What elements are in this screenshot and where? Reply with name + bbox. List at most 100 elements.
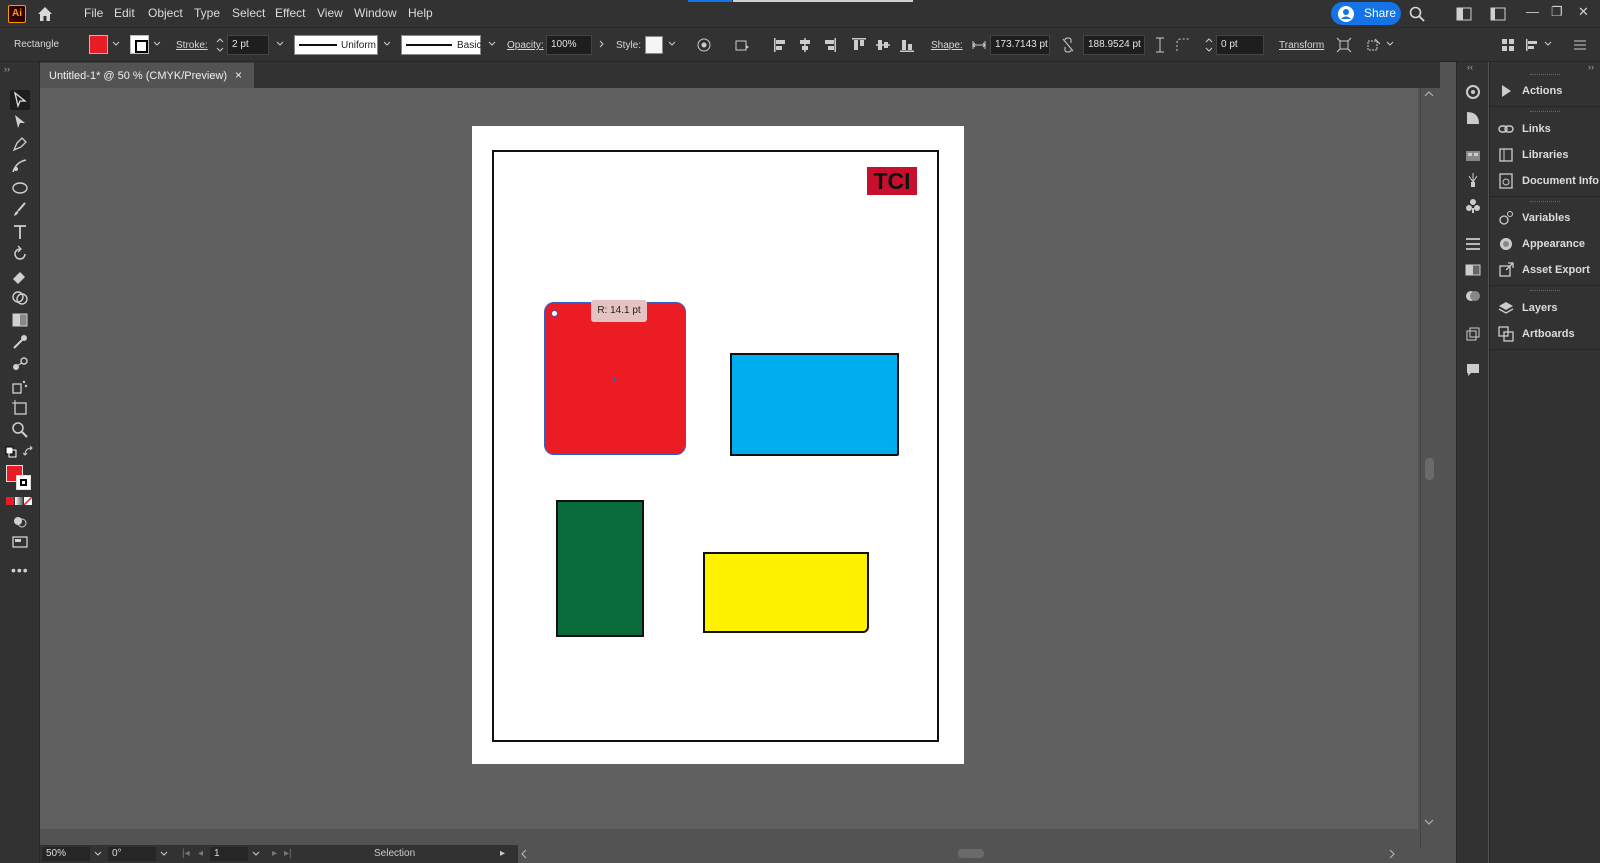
close-window-icon[interactable]: ✕	[1578, 4, 1589, 20]
corner-type-icon[interactable]	[1175, 37, 1191, 53]
curvature-tool-icon[interactable]	[10, 156, 30, 176]
scroll-right-icon[interactable]	[1388, 849, 1396, 859]
collapse-panels-icon[interactable]: ››	[1588, 62, 1594, 72]
chevron-down-icon[interactable]	[276, 40, 284, 48]
symbols-icon[interactable]	[1465, 198, 1481, 214]
previous-artboard-icon[interactable]: ◂	[198, 848, 203, 859]
scroll-down-icon[interactable]	[1424, 818, 1434, 826]
zoom-field[interactable]: 50%	[42, 847, 90, 861]
menu-help[interactable]: Help	[408, 6, 433, 20]
chevron-down-icon[interactable]	[153, 40, 161, 48]
chevron-down-icon[interactable]	[383, 40, 391, 48]
horizontal-scrollbar[interactable]	[518, 845, 1420, 863]
chevron-right-icon[interactable]	[598, 40, 606, 48]
transparency-panel-icon[interactable]	[1465, 288, 1481, 304]
menu-view[interactable]: View	[317, 6, 343, 20]
comments-icon[interactable]	[1465, 362, 1481, 378]
panel-links[interactable]: Links	[1490, 117, 1600, 141]
stroke-weight-input[interactable]: 2 pt	[227, 35, 269, 55]
menu-edit[interactable]: Edit	[114, 6, 135, 20]
menu-select[interactable]: Select	[232, 6, 265, 20]
align-middle-icon[interactable]	[875, 37, 891, 53]
align-top-icon[interactable]	[851, 37, 867, 53]
opacity-label[interactable]: Opacity:	[507, 40, 544, 51]
more-tools-icon[interactable]: •••	[11, 562, 29, 578]
artboard[interactable]: TCI R: 14.1 pt	[472, 126, 964, 764]
live-corner-widget[interactable]	[551, 310, 558, 317]
panel-grip[interactable]	[1530, 74, 1560, 77]
scroll-up-icon[interactable]	[1424, 90, 1434, 98]
next-artboard-icon[interactable]: ▸	[272, 848, 277, 859]
isolate-icon[interactable]	[734, 37, 750, 53]
panel-document-info[interactable]: Document Info	[1490, 169, 1600, 193]
collapse-icon[interactable]: ‹‹	[1467, 62, 1473, 72]
home-icon[interactable]	[36, 5, 54, 23]
gradient-panel-icon[interactable]	[1465, 262, 1481, 278]
shape-builder-tool-icon[interactable]	[10, 288, 30, 308]
brush-definition[interactable]: Basic	[401, 35, 481, 55]
paintbrush-tool-icon[interactable]	[10, 200, 30, 220]
status-menu-icon[interactable]: ▸	[500, 848, 505, 859]
canvas[interactable]: TCI R: 14.1 pt	[40, 88, 1418, 829]
stepper-icon[interactable]	[216, 36, 224, 54]
minimize-icon[interactable]: —	[1526, 4, 1539, 19]
chevron-down-icon[interactable]	[252, 850, 260, 858]
screen-mode-icon[interactable]	[10, 533, 30, 553]
align-center-icon[interactable]	[797, 37, 813, 53]
menu-effect[interactable]: Effect	[275, 6, 305, 20]
tci-logo[interactable]: TCI	[867, 167, 917, 195]
chevron-down-icon[interactable]	[94, 850, 102, 858]
none-mode-icon[interactable]	[24, 497, 32, 505]
rotation-field[interactable]: 0°	[108, 847, 156, 861]
chevron-down-icon[interactable]	[160, 850, 168, 858]
swatches-icon[interactable]	[1465, 148, 1481, 164]
fill-swatch[interactable]	[89, 35, 108, 54]
stepper-icon[interactable]	[1205, 36, 1213, 54]
panel-layers[interactable]: Layers	[1490, 296, 1600, 320]
panel-appearance[interactable]: Appearance	[1490, 232, 1600, 256]
gradient-tool-icon[interactable]	[10, 310, 30, 330]
panel-variables[interactable]: Variables	[1490, 206, 1600, 230]
transform-each-icon[interactable]	[1336, 37, 1352, 53]
scroll-left-icon[interactable]	[520, 849, 528, 859]
chevron-down-icon[interactable]	[668, 40, 676, 48]
shape-label[interactable]: Shape:	[931, 40, 963, 51]
drawing-mode-icon[interactable]	[10, 512, 30, 532]
brushes-icon[interactable]	[1465, 172, 1481, 188]
ellipse-tool-icon[interactable]	[10, 178, 30, 198]
search-icon[interactable]	[1409, 6, 1425, 22]
puppet-warp-icon[interactable]	[1366, 37, 1382, 53]
default-colors-icon[interactable]	[5, 446, 17, 458]
panel-actions[interactable]: Actions	[1490, 79, 1600, 103]
panel-grip[interactable]	[1530, 290, 1560, 293]
blue-rectangle[interactable]	[730, 353, 899, 456]
menu-object[interactable]: Object	[148, 6, 183, 20]
symbol-sprayer-tool-icon[interactable]	[10, 376, 30, 396]
align-panel-icon[interactable]	[1524, 37, 1540, 53]
green-rectangle[interactable]	[556, 500, 644, 637]
eraser-tool-icon[interactable]	[10, 266, 30, 286]
gradient-mode-icon[interactable]	[15, 497, 23, 505]
menu-file[interactable]: File	[84, 6, 103, 20]
color-mode-icon[interactable]	[6, 497, 14, 505]
yellow-rectangle[interactable]	[703, 552, 869, 633]
align-bottom-icon[interactable]	[899, 37, 915, 53]
chevron-down-icon[interactable]	[1386, 40, 1394, 48]
eyedropper-tool-icon[interactable]	[10, 332, 30, 352]
shape-height-input[interactable]: 188.9524 pt	[1083, 35, 1145, 55]
transform-panel-icon[interactable]	[1465, 326, 1481, 342]
artboard-number-field[interactable]: 1	[210, 847, 248, 861]
share-button[interactable]: Share	[1331, 2, 1401, 25]
zoom-tool-icon[interactable]	[10, 420, 30, 440]
panel-libraries[interactable]: Libraries	[1490, 143, 1600, 167]
artboard-tool-icon[interactable]	[10, 398, 30, 418]
chevron-down-icon[interactable]	[488, 40, 496, 48]
arrange-icon[interactable]	[1500, 37, 1516, 53]
collapse-toolbar-icon[interactable]: ››	[4, 64, 10, 74]
panel-menu-icon[interactable]	[1572, 37, 1588, 53]
align-right-icon[interactable]	[821, 37, 837, 53]
blend-tool-icon[interactable]	[10, 354, 30, 374]
panel-asset-export[interactable]: Asset Export	[1490, 258, 1600, 282]
last-artboard-icon[interactable]: ▸|	[284, 848, 292, 859]
color-wheel-icon[interactable]	[1465, 84, 1481, 100]
